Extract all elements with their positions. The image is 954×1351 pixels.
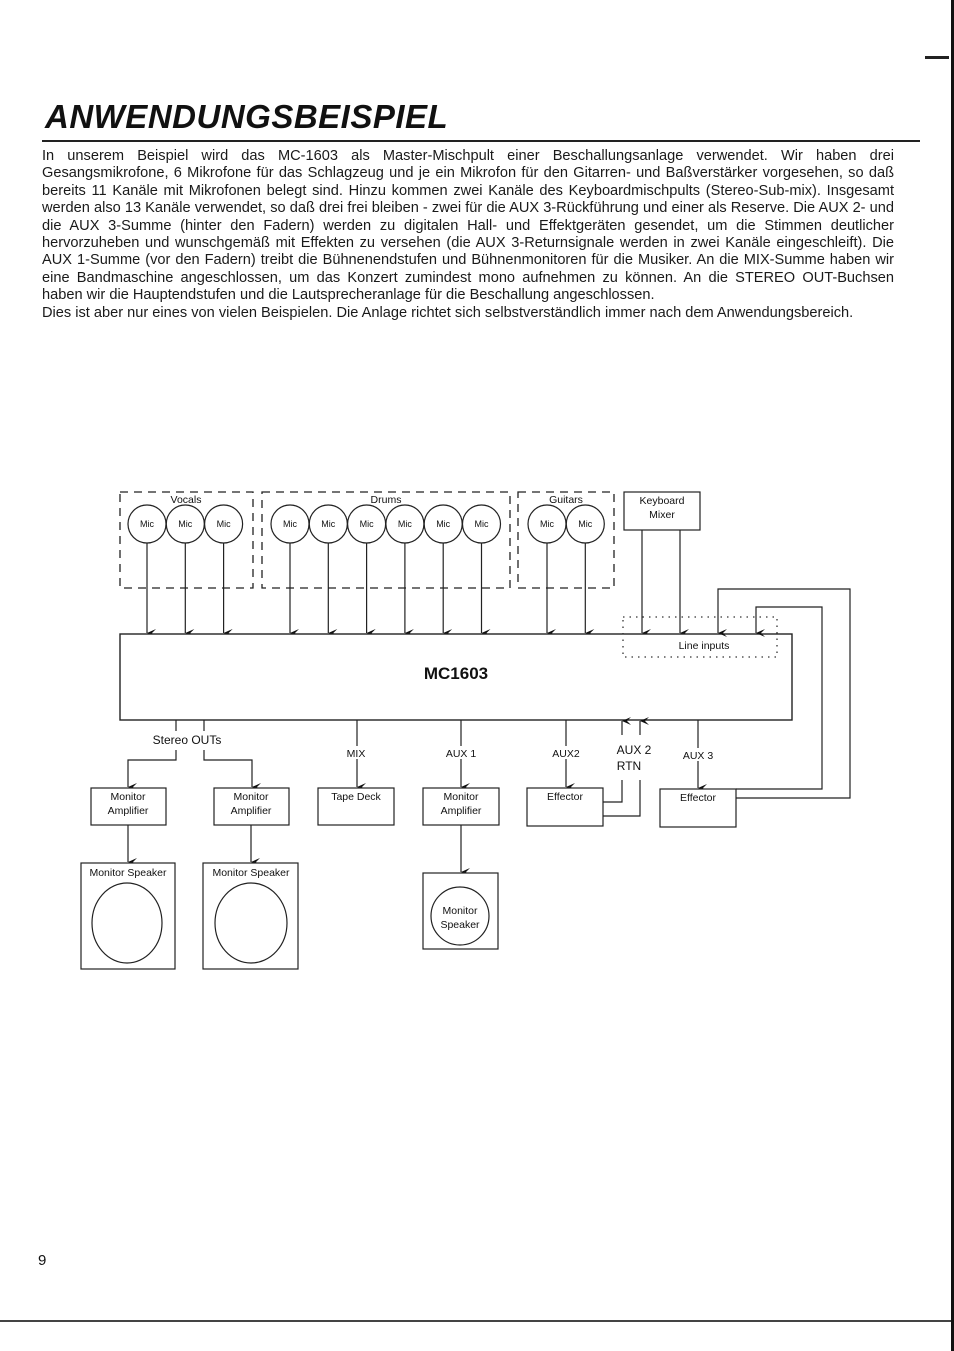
mic-drums: Mic [308,504,348,637]
mic-guitars: Mic [565,504,605,637]
aux2-rtn-label-1: AUX 2 [617,743,652,757]
page-edge-tab [925,56,949,59]
effector-label: Effector [680,792,716,804]
mic-label: Mic [360,519,374,529]
mic-vocals: Mic [165,504,205,637]
mic-label: Mic [178,519,192,529]
keyboard-mixer-label-1: Keyboard [640,495,685,507]
mic-guitars: Mic [527,504,567,637]
speaker-label: Monitor Speaker [89,867,167,879]
aux2-label: AUX2 [552,748,580,760]
mic-label: Mic [283,519,297,529]
amp-label-2: Amplifier [441,805,482,817]
group-label-guitars: Guitars [549,494,583,506]
mc1603-mixer: MC1603 Line inputs [119,616,793,721]
mix-output: MIX Tape Deck [317,720,395,826]
line-inputs-label: Line inputs [679,640,730,652]
monitor-speaker-left: Monitor Speaker [80,862,176,970]
monitor-amplifier-left: Monitor Amplifier [90,787,167,866]
group-label-drums: Drums [371,494,402,506]
signal-flow-diagram: Vocals Drums Guitars Mic Mic Mic Mic Mic Mic M… [80,491,851,970]
amp-label-2: Amplifier [231,805,272,817]
amp-label-1: Monitor [443,791,479,803]
aux2-rtn-label-2: RTN [617,759,641,773]
bottom-rule [0,1320,951,1322]
amp-label-1: Monitor [110,791,146,803]
keyboard-mixer: Keyboard Mixer [623,491,701,637]
monitor-speaker-right: Monitor Speaker [202,862,299,970]
mic-vocals: Mic [127,504,167,637]
aux2-output: AUX2 Effector AUX 2 RTN [526,717,652,827]
stereo-outs: Stereo OUTs [127,720,261,791]
guitars-group: Guitars [517,491,615,589]
microphones: Mic Mic Mic Mic Mic Mic Mic Mic Mic Mic Mic [127,504,605,637]
mic-label: Mic [475,519,489,529]
keyboard-mixer-label-2: Mixer [649,509,675,521]
mic-label: Mic [540,519,554,529]
speaker-label-1: Monitor [442,905,478,917]
mic-drums: Mic [423,504,463,637]
speaker-label: Monitor Speaker [212,867,290,879]
mix-label: MIX [347,748,366,760]
mic-label: Mic [140,519,154,529]
mic-label: Mic [436,519,450,529]
mic-drums: Mic [461,504,502,637]
monitor-amplifier-right: Monitor Amplifier [213,787,290,866]
mic-drums: Mic [385,504,425,637]
effector-label: Effector [547,791,583,803]
amp-label-2: Amplifier [108,805,149,817]
group-label-vocals: Vocals [171,494,202,506]
aux3-label: AUX 3 [683,750,714,762]
aux3-output: AUX 3 Effector [659,720,737,828]
mic-drums: Mic [270,504,310,637]
stereo-outs-label: Stereo OUTs [153,733,222,747]
tape-deck-label: Tape Deck [331,791,381,803]
amp-label-1: Monitor [233,791,269,803]
mic-drums: Mic [347,504,387,637]
mic-label: Mic [578,519,592,529]
speaker-label-2: Speaker [440,919,480,931]
aux1-label: AUX 1 [446,748,477,760]
mic-vocals: Mic [204,504,244,637]
mixer-name: MC1603 [424,664,488,683]
mic-label: Mic [321,519,335,529]
page-number: 9 [38,1252,47,1269]
mic-label: Mic [217,519,231,529]
aux1-output: AUX 1 Monitor Amplifier Monitor Speaker [422,720,500,950]
mic-label: Mic [398,519,412,529]
